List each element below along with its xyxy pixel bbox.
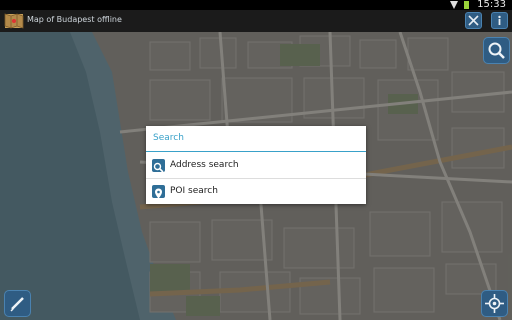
info-icon	[498, 15, 501, 25]
poi-search-option[interactable]: POI search	[146, 179, 366, 204]
edit-button[interactable]	[4, 290, 31, 317]
search-button[interactable]	[483, 37, 510, 64]
crosshair-icon	[485, 294, 504, 313]
pencil-icon	[10, 297, 24, 312]
wifi-icon	[450, 1, 458, 9]
app-bar: Map of Budapest offline	[0, 10, 512, 32]
map-logo-icon	[4, 13, 24, 29]
dialog-title: Search	[153, 133, 184, 143]
map-pin-icon	[152, 185, 165, 199]
search-dialog: Search Address search POI search	[146, 126, 366, 204]
app-title: Map of Budapest offline	[27, 15, 122, 24]
my-location-button[interactable]	[481, 290, 508, 317]
info-button[interactable]	[491, 12, 508, 29]
dialog-title-divider	[146, 151, 366, 152]
address-search-option[interactable]: Address search	[146, 153, 366, 178]
tools-icon	[468, 15, 479, 26]
status-bar: 15:33	[0, 0, 512, 10]
poi-search-label: POI search	[170, 186, 218, 196]
search-icon	[488, 42, 505, 59]
clock: 15:33	[477, 0, 506, 10]
battery-icon	[464, 1, 469, 9]
address-search-label: Address search	[170, 160, 239, 170]
tools-button[interactable]	[465, 12, 482, 29]
search-icon	[152, 159, 165, 173]
